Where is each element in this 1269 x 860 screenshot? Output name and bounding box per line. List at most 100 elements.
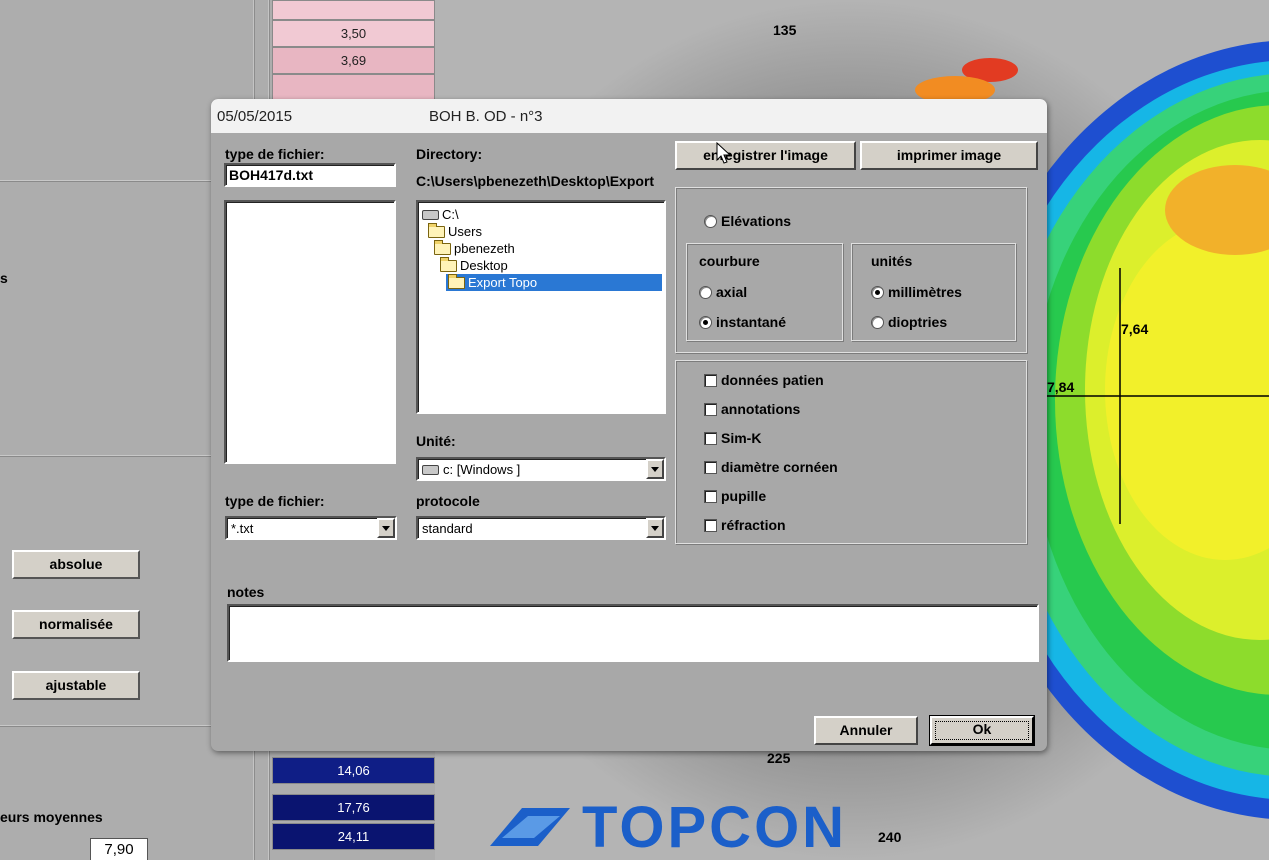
instantane-radio[interactable]: instantané [699,314,786,330]
chevron-down-icon[interactable] [377,518,395,538]
chevron-down-icon[interactable] [646,518,664,538]
elevations-label: Elévations [721,213,792,229]
radio-icon [871,315,884,329]
tree-item-users[interactable]: Users [428,222,482,240]
drive-select-value: c: [Windows ] [422,462,520,477]
chevron-down-icon[interactable] [646,459,664,479]
checkbox-icon [704,518,717,532]
directory-label: Directory: [416,146,483,162]
export-options-group: données patien annotations Sim-K diamètr… [675,360,1027,544]
ok-button[interactable]: Ok [929,715,1035,746]
mouse-cursor-icon [716,142,732,164]
folder-open-icon [428,222,445,238]
millimetres-radio[interactable]: millimètres [871,284,962,300]
dialog-date: 05/05/2015 [217,108,293,125]
elevations-radio[interactable]: Elévations [704,213,791,229]
averages-value-field: 7,90 [90,838,148,860]
angle-label-225: 225 [767,750,791,766]
drive-select[interactable]: c: [Windows ] [416,457,666,481]
notes-textarea[interactable] [227,604,1039,662]
normalisee-button[interactable]: normalisée [12,610,140,639]
value-cell [272,74,435,101]
averages-label: eurs moyennes [0,809,103,825]
value-cell: 3,50 [272,20,435,47]
drive-icon [422,464,439,475]
checkbox-icon [704,489,717,503]
checkbox-label: données patien [721,372,824,388]
ajustable-button[interactable]: ajustable [12,671,140,700]
cancel-button[interactable]: Annuler [814,716,918,745]
print-image-button[interactable]: imprimer image [860,141,1038,170]
filename-label: type de fichier: [225,146,325,162]
filetype-label: type de fichier: [225,493,325,509]
donnees-patient-checkbox[interactable]: données patien [704,372,824,388]
dioptries-radio[interactable]: dioptries [871,314,947,330]
tree-item-pbenezeth[interactable]: pbenezeth [434,239,515,257]
drive-select-text: c: [Windows ] [443,462,521,477]
tree-item-label: Users [448,224,482,239]
display-options-group: Elévations courbure axial instantané uni… [675,187,1027,353]
angle-label-135: 135 [773,22,797,38]
checkbox-label: réfraction [721,517,786,533]
protocole-select[interactable]: standard [416,516,666,540]
axial-label: axial [716,284,748,300]
tree-item-label: C:\ [442,207,459,222]
courbure-label: courbure [699,253,760,269]
dialog-title: BOH B. OD - n°3 [429,108,543,125]
notes-label: notes [227,584,265,600]
protocole-select-value: standard [422,521,473,536]
filename-input[interactable]: BOH417d.txt [224,163,396,187]
pupille-checkbox[interactable]: pupille [704,488,766,504]
checkbox-icon [704,460,717,474]
export-dialog: 05/05/2015 BOH B. OD - n°3 type de fichi… [211,99,1047,751]
folder-open-icon [440,256,457,272]
tree-item-desktop[interactable]: Desktop [440,256,508,274]
tree-item-label: pbenezeth [454,241,515,256]
tree-item-c[interactable]: C:\ [422,206,459,223]
refraction-checkbox[interactable]: réfraction [704,517,786,533]
checkbox-icon [704,373,717,387]
millimetres-label: millimètres [888,284,962,300]
drive-icon [422,209,439,220]
instantane-label: instantané [716,314,787,330]
checkbox-icon [704,402,717,416]
unites-group: unités millimètres dioptries [851,243,1016,341]
dioptries-label: dioptries [888,314,948,330]
folder-open-icon [448,273,465,289]
topcon-logo-mark-icon [490,807,570,846]
radio-icon [699,285,712,299]
checkbox-label: pupille [721,488,767,504]
checkbox-icon [704,431,717,445]
axial-radio[interactable]: axial [699,284,747,300]
checkbox-label: annotations [721,401,801,417]
file-list[interactable] [224,200,396,464]
radio-selected-icon [699,315,712,329]
absolue-button[interactable]: absolue [12,550,140,579]
topcon-logo: TOPCON [482,795,847,860]
checkbox-label: Sim-K [721,430,762,446]
truncated-label: s [0,270,8,286]
annotations-checkbox[interactable]: annotations [704,401,800,417]
unite-label: Unité: [416,433,456,449]
protocole-label: protocole [416,493,480,509]
value-cell [272,0,435,20]
directory-path: C:\Users\pbenezeth\Desktop\Export [416,173,655,189]
dialog-titlebar: 05/05/2015 BOH B. OD - n°3 [211,99,1047,133]
save-image-button[interactable]: enregistrer l'image [675,141,856,170]
measure-label-1: 7,64 [1121,321,1148,337]
tree-item-label: Export Topo [468,275,538,290]
directory-tree[interactable]: C:\ Users pbenezeth Desktop Export Topo [416,200,666,414]
angle-label-240: 240 [878,829,902,845]
sim-k-checkbox[interactable]: Sim-K [704,430,761,446]
filetype-select[interactable]: *.txt [225,516,397,540]
value-cell: 24,11 [272,823,435,850]
checkbox-label: diamètre cornéen [721,459,838,475]
filetype-select-value: *.txt [231,521,254,536]
value-cell: 17,76 [272,794,435,821]
focus-ring [935,721,1029,740]
tree-item-export-topo[interactable]: Export Topo [446,273,662,291]
diametre-corneen-checkbox[interactable]: diamètre cornéen [704,459,838,475]
courbure-group: courbure axial instantané [686,243,843,341]
unites-label: unités [871,253,913,269]
measure-label-2: 7,84 [1047,379,1074,395]
